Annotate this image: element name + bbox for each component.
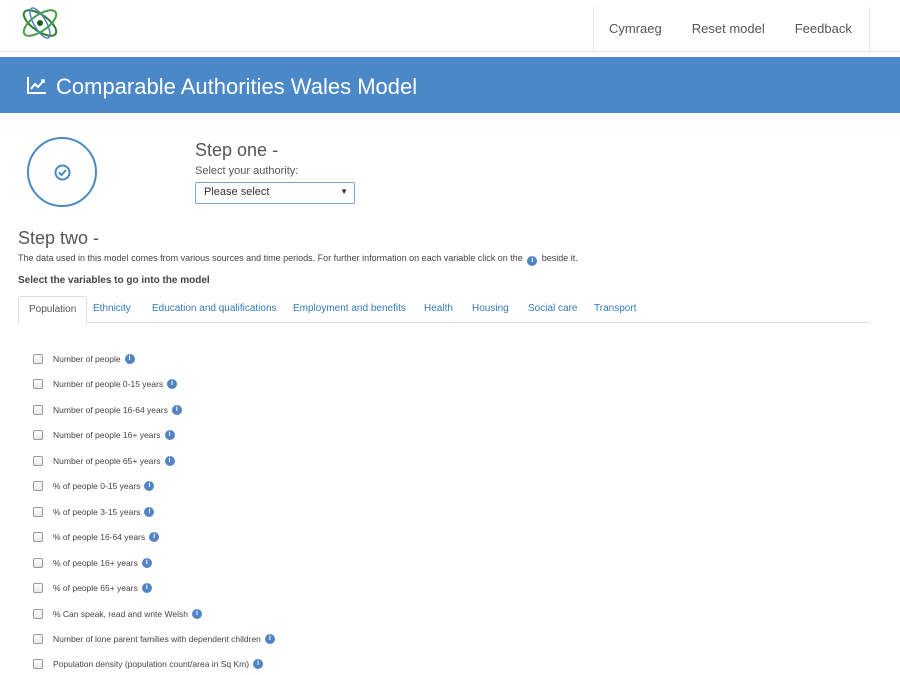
variable-label: Number of people 16-64 years: [53, 404, 168, 415]
variable-label: % of people 65+ years: [53, 583, 138, 594]
nav-links: Cymraeg Reset model Feedback: [593, 7, 870, 51]
variable-row[interactable]: % of people 0-15 years i: [33, 479, 155, 493]
tab-ethnicity[interactable]: Ethnicity: [83, 296, 141, 323]
variable-label: Number of lone parent families with depe…: [53, 633, 261, 644]
variable-label: Number of people 0-15 years: [53, 379, 164, 390]
variable-tabs: Population Ethnicity Education and quali…: [18, 296, 869, 324]
variable-label: % of people 16-64 years: [53, 532, 146, 543]
caret-down-icon: ▼: [340, 187, 348, 196]
variable-row[interactable]: Number of people 65+ years i: [33, 454, 175, 468]
tab-population[interactable]: Population: [18, 296, 88, 324]
tab-social-care[interactable]: Social care: [518, 296, 587, 323]
variable-row[interactable]: Number of people 16+ years i: [33, 428, 175, 442]
variable-checkbox[interactable]: [33, 430, 43, 441]
variable-row[interactable]: Population density (population count/are…: [33, 657, 264, 671]
variable-row[interactable]: % of people 65+ years i: [33, 581, 152, 595]
variable-row[interactable]: Number of people i: [33, 352, 135, 366]
variable-label: % of people 3-15 years: [53, 506, 141, 517]
step-one-heading: Step one -: [195, 140, 279, 160]
variable-label: % Can speak, read and write Welsh: [53, 608, 188, 619]
variable-checkbox[interactable]: [33, 659, 43, 670]
info-icon: i: [527, 256, 538, 266]
info-icon[interactable]: i: [264, 633, 275, 644]
step-two-heading: Step two -: [18, 228, 100, 248]
tab-health[interactable]: Health: [414, 296, 463, 323]
info-icon[interactable]: i: [141, 583, 152, 594]
variable-checkbox[interactable]: [33, 583, 43, 594]
variable-checkbox[interactable]: [33, 455, 43, 466]
info-icon[interactable]: i: [164, 430, 175, 441]
authority-select-value: Please select: [204, 186, 270, 198]
info-icon[interactable]: i: [253, 659, 264, 670]
nav-link-reset-model[interactable]: Reset model: [677, 7, 780, 51]
info-icon[interactable]: i: [144, 506, 155, 517]
variable-row[interactable]: % of people 16-64 years i: [33, 530, 160, 544]
info-icon[interactable]: i: [164, 455, 175, 466]
step-one-status-circle: [27, 137, 97, 207]
logo-icon[interactable]: [18, 4, 62, 42]
step-two-description: The data used in this model comes from v…: [18, 253, 578, 266]
page-banner: Comparable Authorities Wales Model: [0, 57, 900, 113]
variable-row[interactable]: Number of lone parent families with depe…: [33, 632, 275, 646]
variable-label: Number of people 65+ years: [53, 455, 161, 466]
variable-checkbox[interactable]: [33, 608, 43, 619]
nav-link-cymraeg[interactable]: Cymraeg: [594, 7, 677, 51]
variable-checkbox[interactable]: [33, 506, 43, 517]
select-variables-label: Select the variables to go into the mode…: [18, 275, 210, 286]
variable-label: Number of people: [53, 354, 121, 364]
variable-label: Number of people 16+ years: [53, 430, 161, 441]
tab-employment-and-benefits[interactable]: Employment and benefits: [283, 296, 416, 323]
line-chart-icon: [27, 77, 46, 94]
authority-select[interactable]: Please select ▼: [195, 182, 355, 204]
variable-row[interactable]: % of people 16+ years i: [33, 556, 152, 570]
info-icon[interactable]: i: [141, 557, 152, 568]
info-icon[interactable]: i: [124, 354, 135, 364]
step-two-description-end: beside it.: [541, 253, 578, 263]
info-icon[interactable]: i: [171, 404, 182, 415]
page-title: Comparable Authorities Wales Model: [56, 74, 418, 99]
info-icon[interactable]: i: [167, 379, 178, 390]
variable-checkbox[interactable]: [33, 633, 43, 644]
variable-checkbox[interactable]: [33, 404, 43, 415]
variable-checkbox[interactable]: [33, 354, 43, 364]
tab-transport[interactable]: Transport: [584, 296, 646, 323]
nav-link-feedback[interactable]: Feedback: [780, 7, 867, 51]
step-one-label: Select your authority:: [195, 165, 299, 177]
variable-label: % of people 16+ years: [53, 557, 138, 568]
info-icon[interactable]: i: [144, 481, 155, 492]
tab-housing[interactable]: Housing: [462, 296, 519, 323]
tab-education-and-qualifications[interactable]: Education and qualifications: [142, 296, 287, 323]
variable-label: Population density (population count/are…: [53, 659, 250, 670]
variable-checkbox[interactable]: [33, 532, 43, 543]
variable-row[interactable]: Number of people 16-64 years i: [33, 403, 182, 417]
variable-label: % of people 0-15 years: [53, 481, 141, 492]
variable-row[interactable]: % Can speak, read and write Welsh i: [33, 607, 202, 621]
variable-row[interactable]: % of people 3-15 years i: [33, 505, 155, 519]
check-circle-icon: [54, 164, 71, 181]
variable-checkbox[interactable]: [33, 379, 43, 390]
variable-checkbox[interactable]: [33, 481, 43, 492]
info-icon[interactable]: i: [149, 532, 160, 543]
step-two-description-start: The data used in this model comes from v…: [18, 253, 523, 263]
variable-checkbox[interactable]: [33, 557, 43, 568]
variable-row[interactable]: Number of people 0-15 years i: [33, 377, 178, 391]
navbar: Cymraeg Reset model Feedback: [0, 0, 900, 52]
info-icon[interactable]: i: [191, 608, 202, 619]
